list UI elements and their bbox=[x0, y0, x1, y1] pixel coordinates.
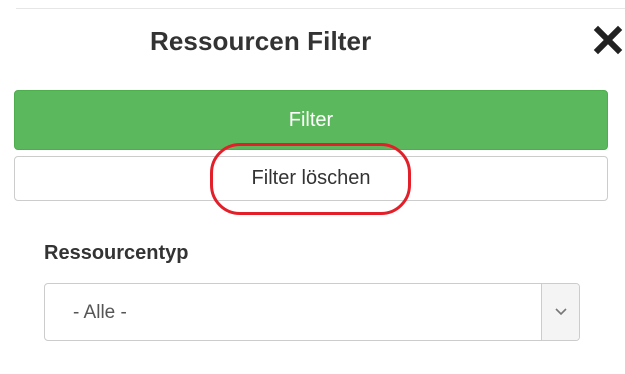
resource-filter-panel: Ressourcen Filter Filter Filter löschen … bbox=[0, 0, 625, 374]
resource-type-label: Ressourcentyp bbox=[44, 242, 189, 264]
close-button[interactable] bbox=[593, 24, 623, 56]
clear-filter-button[interactable]: Filter löschen bbox=[14, 156, 608, 201]
panel-title: Ressourcen Filter bbox=[150, 26, 372, 56]
close-icon bbox=[593, 25, 623, 55]
resource-type-select[interactable]: - Alle - bbox=[44, 283, 580, 341]
chevron-down-icon bbox=[554, 308, 567, 316]
filter-button[interactable]: Filter bbox=[14, 90, 608, 150]
panel-header: Ressourcen Filter bbox=[0, 22, 625, 62]
select-arrow-button[interactable] bbox=[541, 284, 579, 340]
top-divider bbox=[16, 8, 625, 9]
resource-type-selected-value: - Alle - bbox=[73, 302, 127, 323]
filter-button-label: Filter bbox=[288, 108, 334, 131]
clear-filter-button-label: Filter löschen bbox=[251, 167, 371, 189]
